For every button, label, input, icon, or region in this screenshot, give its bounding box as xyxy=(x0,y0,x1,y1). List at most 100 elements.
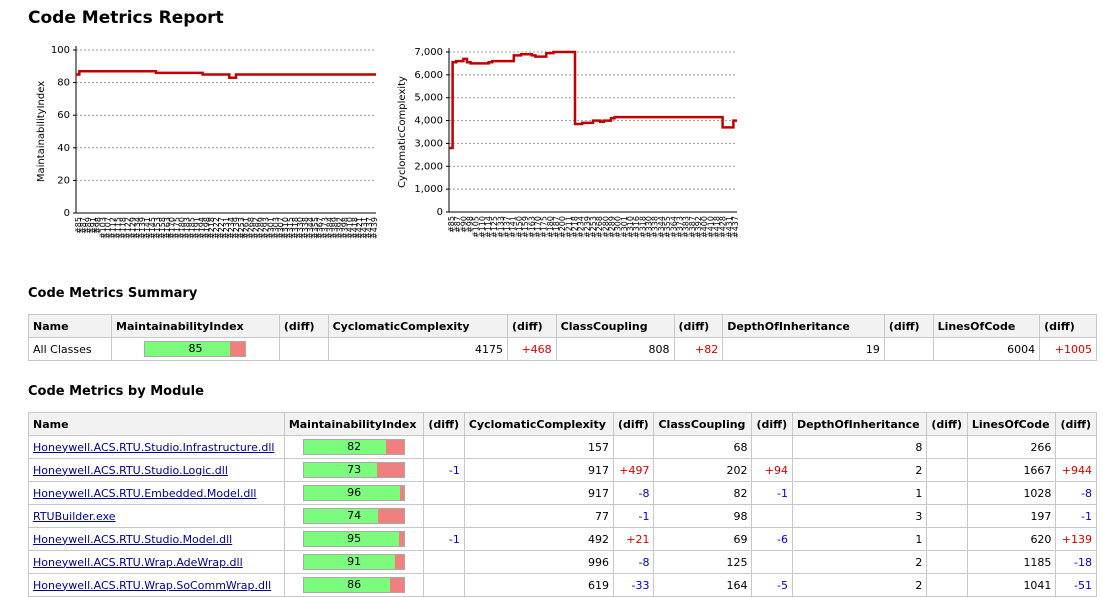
summary-table: Name MaintainabilityIndex (diff) Cyclomatic… xyxy=(27,314,1097,361)
column-header: Name xyxy=(28,412,285,436)
maintainability-value: 91 xyxy=(347,555,362,568)
maintainability-bar: 96 xyxy=(303,485,406,501)
mi-diff-cell xyxy=(423,504,465,528)
cc-cell: 4175 xyxy=(327,337,508,361)
coup-cell: 202 xyxy=(653,458,753,482)
column-header: ClassCoupling xyxy=(653,412,753,436)
mi-diff-cell xyxy=(423,573,465,597)
name-cell: All Classes xyxy=(27,337,113,361)
y-tick-label: 5,000 xyxy=(414,93,443,104)
diff-value: -1 xyxy=(776,486,788,500)
table-row: Honeywell.ACS.RTU.Embedded.Model.dll 96 91… xyxy=(28,481,1097,505)
module-link[interactable]: RTUBuilder.exe xyxy=(33,510,116,523)
y-tick-label: 2,000 xyxy=(414,161,443,172)
loc-cell: 6004 xyxy=(932,337,1041,361)
y-axis-label: MaintainabilityIndex xyxy=(36,81,47,182)
mi-diff-cell: -1 xyxy=(423,458,465,482)
cc-cell: 157 xyxy=(463,435,615,459)
diff-value: +944 xyxy=(1061,463,1092,477)
coup-diff-cell: +94 xyxy=(751,458,793,482)
diff-value: -33 xyxy=(631,578,650,592)
x-tick-label: #437 xyxy=(731,216,740,238)
cc-cell: 77 xyxy=(463,504,615,528)
loc-diff-cell: +1005 xyxy=(1039,337,1097,361)
y-tick-label: 80 xyxy=(57,78,70,89)
loc-diff-cell xyxy=(1055,435,1097,459)
mi-diff-cell xyxy=(423,435,465,459)
loc-cell: 197 xyxy=(966,504,1057,528)
coup-diff-cell: -1 xyxy=(751,481,793,505)
module-link[interactable]: Honeywell.ACS.RTU.Studio.Infrastructure.… xyxy=(33,441,274,454)
maintainability-chart: 0 20 40 60 80 100 MaintainabilityIndex #85 #87 #8… xyxy=(30,40,390,255)
maintainability-value: 95 xyxy=(347,532,362,545)
loc-diff-cell: -51 xyxy=(1055,573,1097,597)
column-header: LinesOfCode xyxy=(932,314,1041,338)
y-tick-label: 20 xyxy=(57,175,70,186)
loc-cell: 620 xyxy=(966,527,1057,551)
diff-value: +82 xyxy=(694,342,719,356)
coup-diff-cell xyxy=(751,504,793,528)
y-tick-label: 7,000 xyxy=(414,47,443,58)
page-title: Code Metrics Report xyxy=(28,8,224,28)
cc-diff-cell: +468 xyxy=(506,337,557,361)
maintainability-cell: 74 xyxy=(283,504,425,528)
column-header: ClassCoupling xyxy=(555,314,675,338)
diff-value: +94 xyxy=(764,463,788,477)
series-line xyxy=(76,69,376,79)
diff-value: -51 xyxy=(1074,578,1092,592)
series-line xyxy=(449,50,737,150)
y-axis-label: CyclomaticComplexity xyxy=(397,76,408,188)
maintainability-bar: 73 xyxy=(303,462,406,478)
depth-diff-cell xyxy=(926,573,968,597)
cc-diff-cell: -8 xyxy=(613,550,655,574)
maintainability-value: 96 xyxy=(347,486,362,499)
cyclomatic-chart: 0 1,000 2,000 3,000 4,000 5,000 6,000 7,000 Cycl… xyxy=(395,40,745,270)
depth-diff-cell xyxy=(926,435,968,459)
maintainability-value: 85 xyxy=(188,342,203,355)
cc-cell: 917 xyxy=(463,481,615,505)
diff-value: -6 xyxy=(776,532,788,546)
diff-value: +21 xyxy=(626,532,650,546)
column-header: MaintainabilityIndex xyxy=(283,412,425,436)
y-tick-label: 6,000 xyxy=(414,70,443,81)
column-header: (diff) xyxy=(1039,314,1097,338)
module-link[interactable]: Honeywell.ACS.RTU.Studio.Logic.dll xyxy=(33,464,228,477)
module-link[interactable]: Honeywell.ACS.RTU.Wrap.SoCommWrap.dll xyxy=(33,579,271,592)
maintainability-bar: 74 xyxy=(303,508,406,524)
coup-diff-cell: -5 xyxy=(751,573,793,597)
depth-diff-cell xyxy=(926,504,968,528)
cc-diff-cell: +21 xyxy=(613,527,655,551)
module-link[interactable]: Honeywell.ACS.RTU.Wrap.AdeWrap.dll xyxy=(33,556,243,569)
column-header: (diff) xyxy=(1055,412,1097,436)
column-header: CyclomaticComplexity xyxy=(327,314,508,338)
column-header: LinesOfCode xyxy=(966,412,1057,436)
module-link[interactable]: Honeywell.ACS.RTU.Studio.Model.dll xyxy=(33,533,232,546)
loc-diff-cell: -18 xyxy=(1055,550,1097,574)
loc-diff-cell: -8 xyxy=(1055,481,1097,505)
modules-table: Name MaintainabilityIndex (diff) Cyclomatic… xyxy=(28,412,1097,597)
diff-value: -1 xyxy=(1081,509,1092,523)
cc-diff-cell: +497 xyxy=(613,458,655,482)
chart-svg: 0 1,000 2,000 3,000 4,000 5,000 6,000 7,000 Cycl… xyxy=(397,47,740,238)
depth-diff-cell xyxy=(883,337,934,361)
y-tick-label: 1,000 xyxy=(414,184,443,195)
module-link[interactable]: Honeywell.ACS.RTU.Embedded.Model.dll xyxy=(33,487,256,500)
name-cell: Honeywell.ACS.RTU.Studio.Model.dll xyxy=(28,527,285,551)
depth-cell: 2 xyxy=(791,573,928,597)
coup-cell: 69 xyxy=(653,527,753,551)
column-header: Name xyxy=(27,314,113,338)
y-tick-label: 0 xyxy=(64,208,70,219)
diff-value: +468 xyxy=(521,342,552,356)
maintainability-cell: 96 xyxy=(283,481,425,505)
column-header: (diff) xyxy=(613,412,655,436)
name-cell: Honeywell.ACS.RTU.Studio.Logic.dll xyxy=(28,458,285,482)
diff-value: +139 xyxy=(1061,532,1092,546)
name-cell: Honeywell.ACS.RTU.Wrap.AdeWrap.dll xyxy=(28,550,285,574)
cc-cell: 492 xyxy=(463,527,615,551)
maintainability-value: 74 xyxy=(347,509,362,522)
cc-cell: 619 xyxy=(463,573,615,597)
loc-diff-cell: +139 xyxy=(1055,527,1097,551)
y-tick-label: 100 xyxy=(51,45,70,56)
coup-cell: 98 xyxy=(653,504,753,528)
diff-value: +497 xyxy=(619,463,650,477)
